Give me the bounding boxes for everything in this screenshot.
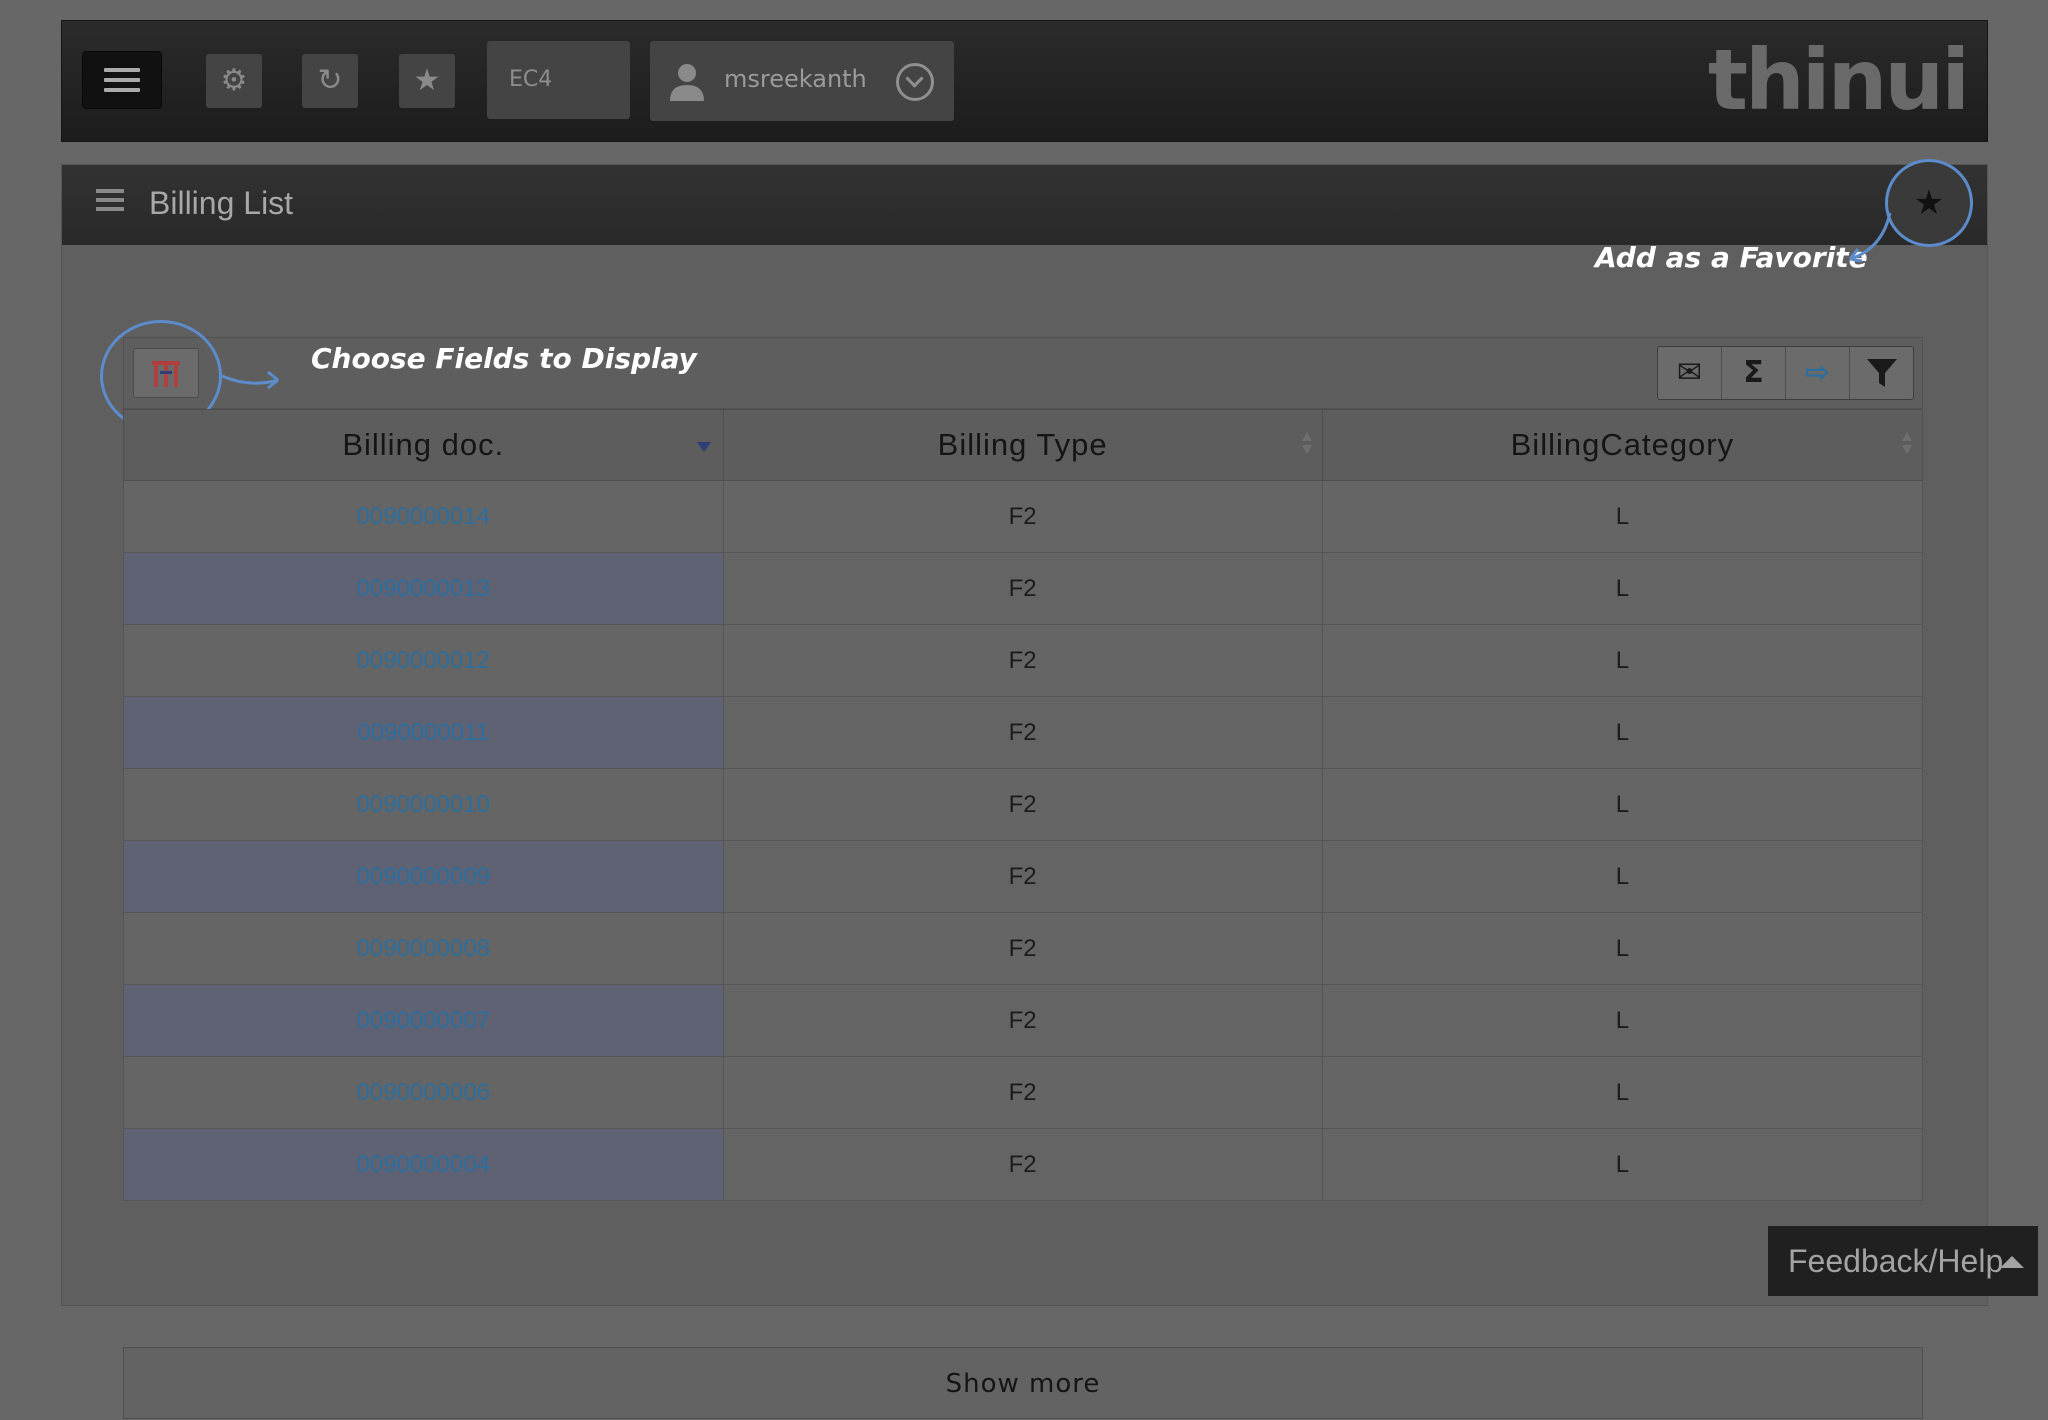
fields-annotation: Choose Fields to Display — [311, 342, 697, 375]
billing-category-cell: L — [1321, 624, 1924, 697]
billing-doc-link[interactable]: 0090000011 — [123, 696, 724, 769]
show-more-button[interactable]: Show more — [123, 1347, 1923, 1419]
table-row[interactable]: 0090000011 F2 L — [123, 696, 1924, 769]
arrow-icon — [1848, 212, 1892, 263]
table-row[interactable]: 0090000008 F2 L — [123, 912, 1924, 985]
billing-category-cell: L — [1321, 480, 1924, 553]
panel-header: Billing List ★ — [62, 159, 1987, 247]
billing-category-cell: L — [1321, 696, 1924, 769]
user-menu[interactable]: msreekanth — [650, 41, 954, 121]
billing-doc-link[interactable]: 0090000014 — [123, 480, 724, 553]
column-header-billing-type[interactable]: Billing Type — [722, 409, 1323, 481]
billing-type-cell: F2 — [722, 840, 1323, 913]
billing-category-cell: L — [1321, 984, 1924, 1057]
table-row[interactable]: 0090000009 F2 L — [123, 840, 1924, 913]
table-row[interactable]: 0090000012 F2 L — [123, 624, 1924, 697]
user-icon — [670, 64, 704, 101]
arrow-icon — [221, 370, 279, 390]
gear-icon: ⚙ — [220, 63, 248, 98]
table-row[interactable]: 0090000013 F2 L — [123, 552, 1924, 625]
menu-button[interactable] — [82, 51, 162, 109]
table-row[interactable]: 0090000007 F2 L — [123, 984, 1924, 1057]
billing-type-cell: F2 — [722, 624, 1323, 697]
system-selector[interactable]: EC4 — [487, 41, 630, 119]
export-button[interactable]: ⇨ — [1786, 347, 1850, 399]
billing-category-cell: L — [1321, 768, 1924, 841]
table-row[interactable]: 0090000014 F2 L — [123, 480, 1924, 553]
grid-toolbar: Choose Fields to Display ✉ Σ ⇨ — [100, 320, 1923, 432]
email-button[interactable]: ✉ — [1658, 347, 1722, 399]
table-row[interactable]: 0090000006 F2 L — [123, 1056, 1924, 1129]
billing-type-cell: F2 — [722, 1056, 1323, 1129]
settings-button[interactable]: ⚙ — [206, 54, 262, 108]
table-row[interactable]: 0090000004 F2 L — [123, 1128, 1924, 1201]
export-icon: ⇨ — [1804, 355, 1831, 390]
email-icon: ✉ — [1676, 355, 1703, 390]
billing-doc-link[interactable]: 0090000009 — [123, 840, 724, 913]
billing-doc-link[interactable]: 0090000006 — [123, 1056, 724, 1129]
billing-category-cell: L — [1321, 552, 1924, 625]
page-title: Billing List — [149, 185, 294, 221]
logo: thinui — [1707, 31, 1970, 129]
list-icon[interactable] — [96, 189, 124, 221]
sort-desc-icon — [696, 442, 711, 452]
sort-icon — [1902, 432, 1912, 456]
grid-tools: ✉ Σ ⇨ — [1657, 346, 1914, 400]
column-header-billing-category[interactable]: BillingCategory — [1321, 409, 1924, 481]
billing-grid: Choose Fields to Display ✉ Σ ⇨ Billing d… — [100, 320, 1924, 1419]
sum-button[interactable]: Σ — [1722, 347, 1786, 399]
billing-type-cell: F2 — [722, 1128, 1323, 1201]
billing-category-cell: L — [1321, 840, 1924, 913]
billing-doc-link[interactable]: 0090000012 — [123, 624, 724, 697]
billing-table: Billing doc. Billing Type BillingCategor… — [123, 409, 1924, 1201]
billing-type-cell: F2 — [722, 696, 1323, 769]
table-row[interactable]: 0090000010 F2 L — [123, 768, 1924, 841]
billing-category-cell: L — [1321, 1056, 1924, 1129]
billing-type-cell: F2 — [722, 912, 1323, 985]
billing-doc-link[interactable]: 0090000013 — [123, 552, 724, 625]
billing-doc-link[interactable]: 0090000010 — [123, 768, 724, 841]
favorite-annotation: Add as a Favorite — [1595, 241, 1868, 274]
refresh-button[interactable]: ↻ — [302, 54, 358, 108]
billing-doc-link[interactable]: 0090000008 — [123, 912, 724, 985]
system-label: EC4 — [509, 67, 553, 92]
user-name: msreekanth — [724, 65, 867, 93]
refresh-icon: ↻ — [317, 63, 343, 98]
billing-doc-link[interactable]: 0090000004 — [123, 1128, 724, 1201]
chevron-up-icon — [2000, 1256, 2024, 1268]
feedback-help-button[interactable]: Feedback/Help — [1768, 1226, 2038, 1296]
billing-doc-link[interactable]: 0090000007 — [123, 984, 724, 1057]
top-bar: ⚙ ↻ ★ EC4 msreekanth thinui — [61, 20, 1988, 142]
billing-type-cell: F2 — [722, 480, 1323, 553]
billing-category-cell: L — [1321, 1128, 1924, 1201]
chevron-down-icon[interactable] — [896, 63, 934, 101]
star-icon: ★ — [1913, 183, 1945, 223]
star-icon: ★ — [413, 63, 441, 98]
filter-button[interactable] — [1850, 347, 1913, 399]
column-header-billing-doc[interactable]: Billing doc. — [123, 409, 724, 481]
billing-type-cell: F2 — [722, 552, 1323, 625]
billing-panel: Billing List ★ Add as a Favorite Choose … — [61, 159, 1988, 1419]
billing-type-cell: F2 — [722, 768, 1323, 841]
filter-icon — [1866, 359, 1897, 387]
billing-type-cell: F2 — [722, 984, 1323, 1057]
sum-icon: Σ — [1743, 355, 1764, 390]
sort-icon — [1301, 432, 1312, 456]
favorites-button[interactable]: ★ — [399, 54, 455, 108]
billing-category-cell: L — [1321, 912, 1924, 985]
